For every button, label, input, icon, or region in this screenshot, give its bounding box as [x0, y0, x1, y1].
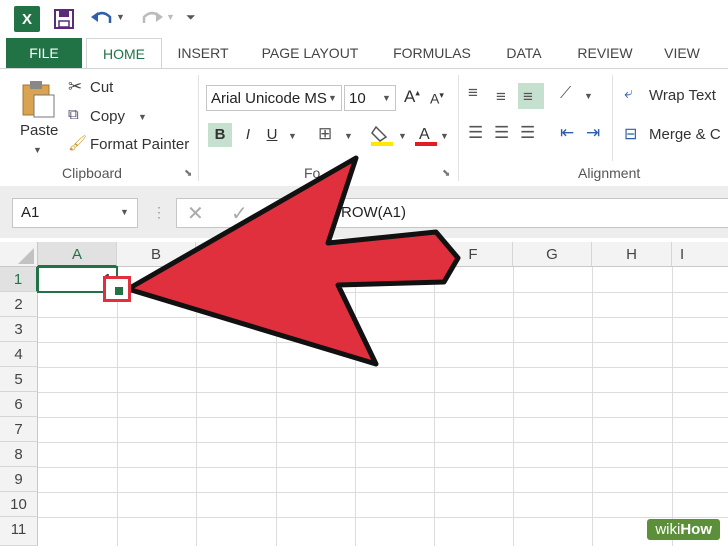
watermark-suffix: How: [680, 521, 712, 538]
watermark-prefix: wiki: [655, 521, 681, 538]
wikihow-watermark: wikiHow: [647, 519, 720, 540]
fill-handle-icon[interactable]: [114, 286, 124, 296]
fill-handle-highlight[interactable]: [103, 276, 131, 302]
red-arrow-annotation: [125, 155, 461, 367]
